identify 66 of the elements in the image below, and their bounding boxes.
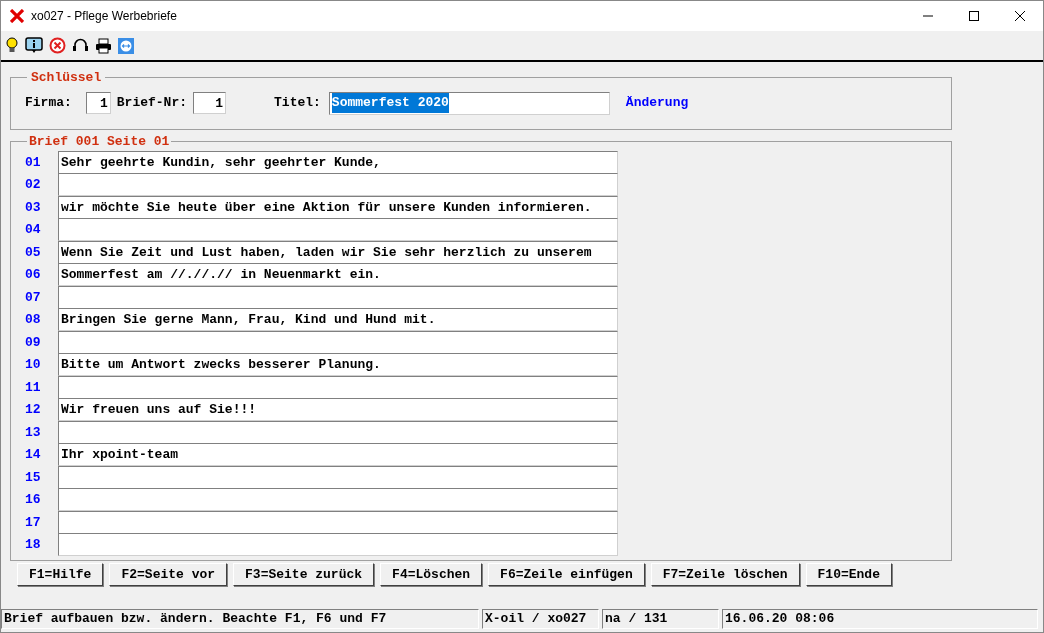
letter-line-field[interactable]	[58, 488, 618, 512]
firma-field[interactable]: 1	[85, 92, 111, 114]
cancel-icon[interactable]	[49, 37, 66, 54]
window-title: xo027 - Pflege Werbebriefe	[31, 8, 177, 25]
line-number: 08	[25, 311, 42, 329]
line-number: 16	[25, 491, 42, 509]
function-key-button[interactable]: F1=Hilfe	[17, 563, 104, 586]
status-bar-field: 16.06.20 08:06	[722, 609, 1038, 629]
letter-line-field[interactable]: Bitte um Antwort zwecks besserer Planung.	[58, 353, 618, 377]
letter-line-field[interactable]: Bringen Sie gerne Mann, Frau, Kind und Hund mit.	[58, 308, 618, 332]
function-key-button[interactable]: F2=Seite vor	[109, 563, 228, 586]
letter-line-field[interactable]	[58, 533, 618, 557]
function-key-button[interactable]: F3=Seite zurück	[233, 563, 375, 586]
function-key-button[interactable]: F4=Löschen	[380, 563, 483, 586]
letter-line-field[interactable]: Sommerfest am //.//.// in Neuenmarkt ein.	[58, 263, 618, 287]
letter-line-field[interactable]	[58, 173, 618, 197]
function-key-button[interactable]: F7=Zeile löschen	[650, 563, 800, 586]
letter-line-field[interactable]: Wir freuen uns auf Sie!!!	[58, 398, 618, 422]
line-number: 14	[25, 446, 42, 464]
brief-nr-label: Brief-Nr:	[116, 94, 188, 113]
mode-label: Änderung	[625, 94, 689, 113]
letter-line-field[interactable]: Sehr geehrte Kundin, sehr geehrter Kunde,	[58, 150, 618, 174]
status-bar-field: na / 131	[602, 609, 719, 629]
info-icon[interactable]	[25, 37, 43, 54]
function-key-button[interactable]: F6=Zeile einfügen	[488, 563, 645, 586]
letter-line-field[interactable]	[58, 330, 618, 354]
line-number: 05	[25, 243, 42, 262]
close-icon	[1015, 11, 1025, 21]
key-legend: Schlüssel	[27, 68, 106, 88]
titel-field[interactable]: Sommerfest 2020	[328, 91, 610, 115]
app-logo-icon	[9, 9, 25, 23]
letter-line-field[interactable]	[58, 285, 618, 309]
line-number: 10	[25, 356, 42, 374]
line-number: 12	[25, 401, 42, 419]
letter-line-field[interactable]	[58, 420, 618, 444]
line-number: 13	[25, 423, 42, 442]
letter-line-field[interactable]	[58, 465, 618, 489]
brief-nr-field[interactable]: 1	[193, 92, 227, 114]
line-number: 07	[25, 288, 42, 307]
status-bar-field: X-oil / xo027	[482, 609, 599, 629]
letter-line-field[interactable]	[58, 510, 618, 534]
line-number: 03	[25, 198, 42, 217]
line-number: 18	[25, 536, 42, 554]
firma-label: Firma:	[25, 94, 72, 113]
line-number: 02	[25, 176, 42, 194]
letter-line-field[interactable]	[58, 218, 618, 242]
maximize-icon	[969, 11, 979, 21]
status-bar-field: Brief aufbauen bzw. ändern. Beachte F1, F6 und F7	[1, 609, 479, 629]
letter-line-field[interactable]	[58, 375, 618, 399]
letter-legend: Brief 001 Seite 01	[27, 131, 172, 151]
titel-label: Titel:	[274, 94, 321, 113]
line-number: 15	[25, 468, 42, 487]
lightbulb-icon[interactable]	[5, 37, 19, 54]
remote-support-icon[interactable]	[118, 37, 134, 54]
letter-line-field[interactable]: wir möchte Sie heute über eine Aktion für unsere Kunden informieren.	[58, 195, 618, 219]
function-key-button[interactable]: F10=Ende	[805, 563, 892, 586]
line-number: 17	[25, 513, 42, 532]
printer-icon[interactable]	[95, 37, 112, 54]
line-number: 09	[25, 333, 42, 352]
line-number: 01	[25, 153, 42, 172]
headset-icon[interactable]	[72, 37, 89, 54]
line-number: 04	[25, 221, 42, 239]
letter-line-field[interactable]: Wenn Sie Zeit und Lust haben, laden wir Sie sehr herzlich zu unserem	[58, 240, 618, 264]
line-number: 11	[25, 378, 42, 397]
letter-line-field[interactable]: Ihr xpoint-team	[58, 443, 618, 467]
line-number: 06	[25, 266, 42, 284]
